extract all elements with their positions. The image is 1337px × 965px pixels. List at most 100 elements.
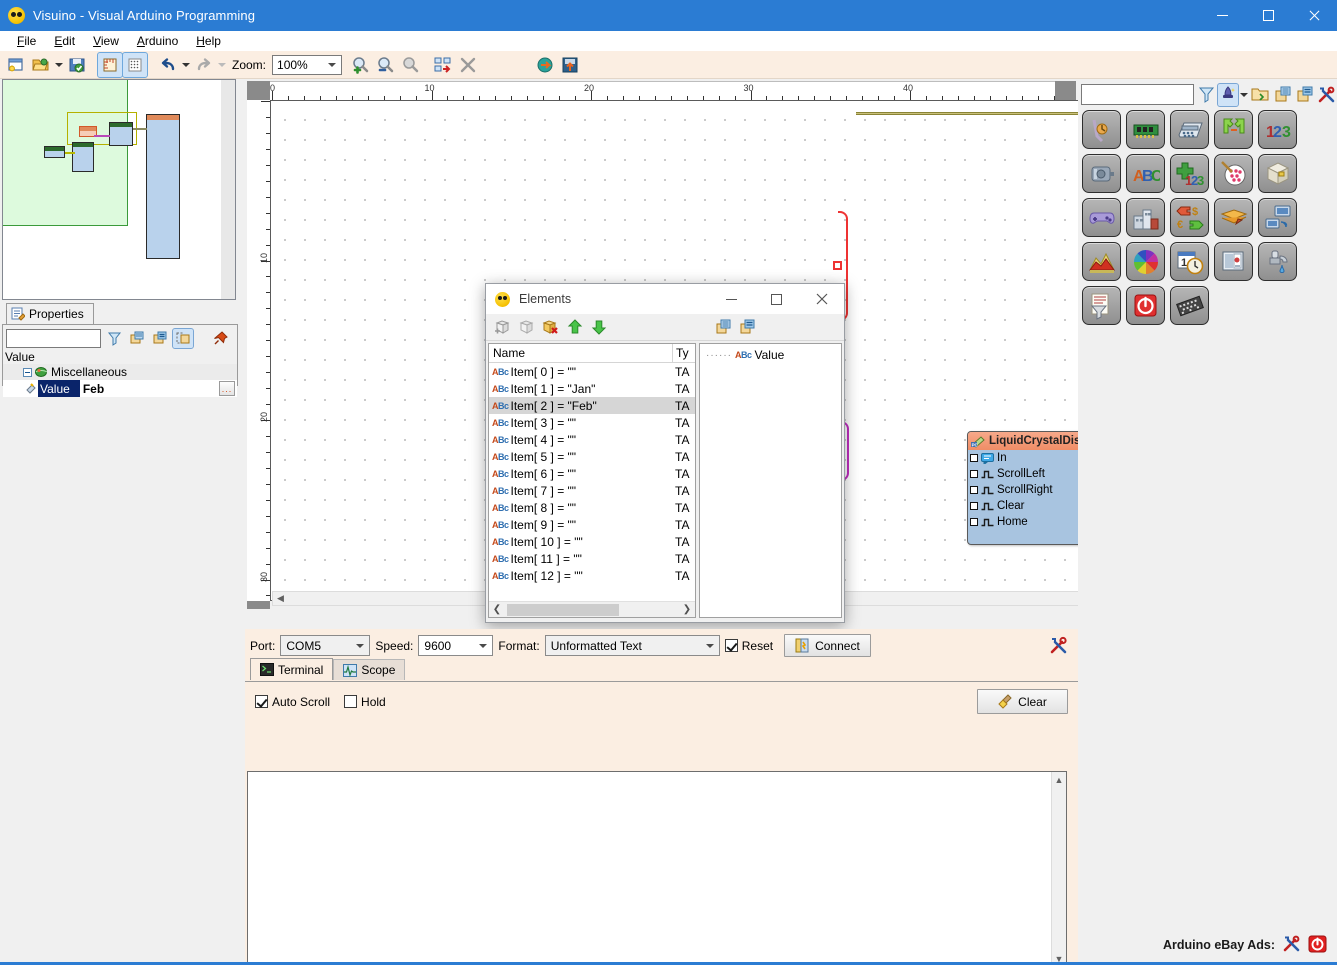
valve-component-icon[interactable] — [1258, 242, 1297, 281]
duplicate-element-icon[interactable] — [515, 316, 539, 338]
elements-minimize-button[interactable] — [709, 284, 754, 314]
tree-node-value[interactable]: ······ ABc Value — [700, 344, 841, 362]
redo-dropdown-icon[interactable] — [217, 53, 227, 77]
arrange-icon[interactable] — [431, 53, 455, 77]
delete-icon[interactable] — [456, 53, 480, 77]
property-group-row[interactable]: Miscellaneous — [3, 364, 237, 380]
menu-arduino[interactable]: Arduino — [128, 32, 187, 50]
show-ruler-icon[interactable] — [97, 51, 123, 78]
close-button[interactable] — [1291, 0, 1337, 31]
wizard-icon[interactable] — [1217, 82, 1240, 107]
component-pin-scrollleft[interactable]: ScrollLeft — [968, 466, 1090, 482]
elements-tree[interactable]: ······ ABc Value — [699, 343, 842, 618]
pin-connector[interactable] — [970, 470, 978, 478]
move-down-icon[interactable] — [587, 316, 611, 338]
compile-icon[interactable] — [533, 53, 557, 77]
gamepad-component-icon[interactable] — [1082, 198, 1121, 237]
elements-list-row[interactable]: ABc Item[ 8 ] = "" TA — [489, 499, 695, 516]
elements-list-row[interactable]: ABc Item[ 3 ] = "" TA — [489, 414, 695, 431]
diagram-overview-thumbnail[interactable] — [2, 79, 236, 300]
colorwheel-component-icon[interactable] — [1126, 242, 1165, 281]
calendar-clock-component-icon[interactable]: 1 — [1170, 242, 1209, 281]
reset-checkbox[interactable]: Reset — [724, 639, 773, 653]
zoom-in-icon[interactable] — [348, 53, 372, 77]
random-component-icon[interactable] — [1214, 154, 1253, 193]
open-file-icon[interactable] — [29, 53, 53, 77]
digits-component-icon[interactable]: 1 2 3 — [1258, 110, 1297, 149]
property-row-value[interactable]: Value Feb ... — [3, 380, 237, 397]
math-component-icon[interactable] — [1170, 110, 1209, 149]
elements-list-row[interactable]: ABc Item[ 12 ] = "" TA — [489, 567, 695, 584]
elements-list-row[interactable]: ABc Item[ 9 ] = "" TA — [489, 516, 695, 533]
scroll-left-icon[interactable]: ◀ — [273, 592, 288, 605]
delete-element-icon[interactable] — [539, 316, 563, 338]
elements-list-hscrollbar[interactable]: ❮ ❯ — [489, 601, 695, 617]
show-description-icon[interactable] — [172, 328, 194, 349]
open-category-icon[interactable] — [1250, 84, 1270, 106]
elements-list-row[interactable]: ABc Item[ 4 ] = "" TA — [489, 431, 695, 448]
zoom-reset-icon[interactable] — [398, 53, 422, 77]
expand-all-icon[interactable] — [1273, 84, 1293, 106]
redo-icon[interactable] — [192, 53, 216, 77]
pin-icon[interactable] — [210, 329, 230, 348]
zoom-combobox[interactable]: 100% — [272, 54, 343, 75]
elements-list-row[interactable]: ABc Item[ 6 ] = "" TA — [489, 465, 695, 482]
checkbox-box[interactable] — [255, 695, 268, 708]
chart-component-icon[interactable] — [1082, 242, 1121, 281]
elements-maximize-button[interactable] — [754, 284, 799, 314]
property-ellipsis-button[interactable]: ... — [219, 381, 235, 396]
menu-view[interactable]: View — [84, 32, 128, 50]
pin-connector[interactable] — [970, 502, 978, 510]
properties-filter-input[interactable] — [6, 329, 101, 348]
elements-list-row[interactable]: ABc Item[ 7 ] = "" TA — [489, 482, 695, 499]
filter-icon[interactable] — [1196, 84, 1216, 106]
speed-combobox[interactable]: 9600 — [418, 635, 494, 656]
tools-icon[interactable] — [1317, 84, 1337, 106]
tab-terminal[interactable]: Terminal — [250, 658, 334, 680]
auto-scroll-checkbox[interactable]: Auto Scroll — [255, 695, 330, 709]
power-component-icon[interactable] — [1126, 286, 1165, 325]
collapse-expander-icon[interactable] — [23, 367, 32, 377]
elements-list-row[interactable]: ABc Item[ 1 ] = "Jan" TA — [489, 380, 695, 397]
collapse-all-icon[interactable] — [735, 316, 759, 338]
analog-component-icon[interactable] — [1082, 110, 1121, 149]
upload-icon[interactable] — [558, 53, 582, 77]
add-number-component-icon[interactable]: 1 2 3 — [1170, 154, 1209, 193]
component-pin-home[interactable]: Home — [968, 514, 1090, 530]
column-header-type[interactable]: Ty — [673, 344, 695, 362]
pin-connector[interactable] — [970, 454, 978, 462]
logic-component-icon[interactable] — [1214, 110, 1253, 149]
elements-list-row[interactable]: ABc Item[ 10 ] = "" TA — [489, 533, 695, 550]
menu-edit[interactable]: Edit — [45, 32, 84, 50]
format-combobox[interactable]: Unformatted Text — [544, 635, 720, 656]
zoom-out-icon[interactable] — [373, 53, 397, 77]
scroll-right-icon[interactable]: ❯ — [679, 604, 695, 615]
new-file-icon[interactable] — [4, 53, 28, 77]
undo-dropdown-icon[interactable] — [181, 53, 191, 77]
checkbox-box[interactable] — [724, 639, 738, 652]
elements-list[interactable]: Name Ty ABc Item[ 0 ] = "" TA ABc Item[ 1 ] … — [488, 343, 696, 618]
memory-component-icon[interactable] — [1126, 110, 1165, 149]
property-value[interactable]: Feb — [80, 382, 219, 396]
sort-alphabetical-icon[interactable] — [150, 329, 170, 348]
network-component-icon[interactable] — [1258, 198, 1297, 237]
display-component-icon[interactable] — [1214, 242, 1253, 281]
filter-doc-component-icon[interactable] — [1082, 286, 1121, 325]
elements-close-button[interactable] — [799, 284, 844, 314]
elements-list-row[interactable]: ABc Item[ 5 ] = "" TA — [489, 448, 695, 465]
pin-connector[interactable] — [970, 518, 978, 526]
port-combobox[interactable]: COM5 — [280, 635, 371, 656]
power-red-icon[interactable] — [1308, 935, 1327, 956]
checkbox-box[interactable] — [344, 695, 358, 708]
text-component-icon[interactable]: A B C — [1126, 154, 1165, 193]
scroll-left-icon[interactable]: ❮ — [489, 604, 505, 615]
package-component-icon[interactable] — [1258, 154, 1297, 193]
elements-hscroll-thumb[interactable] — [507, 603, 619, 616]
move-up-icon[interactable] — [563, 316, 587, 338]
menu-help[interactable]: Help — [187, 32, 230, 50]
show-grid-icon[interactable] — [122, 51, 148, 78]
terminal-output[interactable]: ▲ ▼ — [247, 771, 1067, 965]
open-dropdown-icon[interactable] — [54, 53, 64, 77]
tools-icon[interactable] — [1282, 935, 1301, 956]
matrix-component-icon[interactable] — [1170, 286, 1209, 325]
